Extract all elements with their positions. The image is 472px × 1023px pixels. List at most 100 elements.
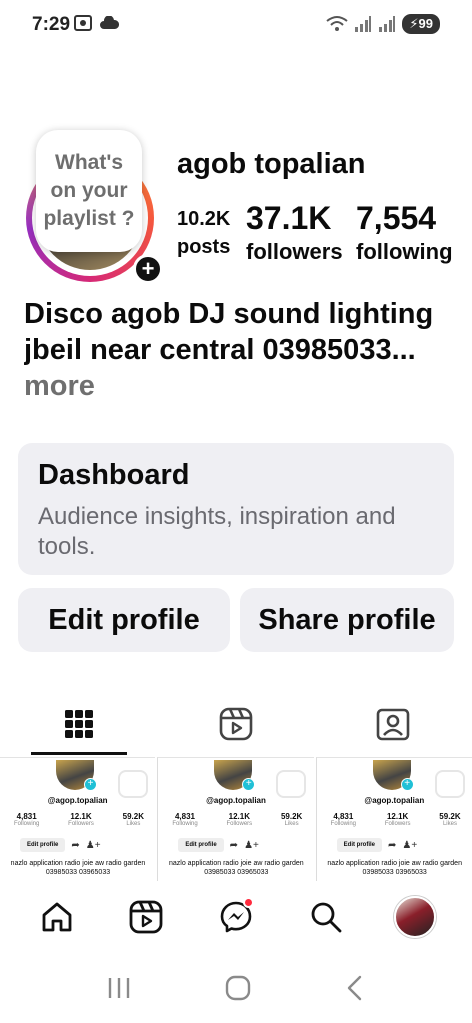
post-likes-label: Likes <box>126 821 141 827</box>
followers-stat[interactable]: 37.1K followers <box>246 200 343 265</box>
battery-indicator: ⚡99 <box>402 14 440 34</box>
post-share-icon: ➦ <box>388 839 397 851</box>
post-likes-label: Likes <box>442 821 457 827</box>
post-handle: @agop.topalian <box>364 796 425 805</box>
post-following: 4,831 <box>333 812 354 821</box>
post-handle: @agop.topalian <box>206 796 266 805</box>
post-followers: 12.1K <box>228 812 250 821</box>
post-following-label: Following <box>14 821 40 827</box>
post-reel-icon <box>118 770 148 798</box>
nav-messenger[interactable] <box>208 889 264 945</box>
profile-avatar-group[interactable]: What's on your playlist ? + <box>24 130 163 284</box>
grid-icon <box>64 710 93 738</box>
post-bio: nazlo application radio joie aw radio ga… <box>10 860 146 876</box>
post-edit-label: Edit profile <box>336 838 382 852</box>
signal-icon-2 <box>379 16 396 32</box>
post-following: 4,831 <box>174 812 196 821</box>
post-actions: Edit profile ➦ ♟+ <box>178 838 259 852</box>
search-icon <box>311 902 341 933</box>
post-reel-icon <box>434 770 465 798</box>
posts-grid: + @agop.topalian 4,831 Following 12.1K Fol… <box>0 757 472 881</box>
post-plus-icon: + <box>242 778 256 791</box>
post-stats: 4,831 Following 12.1K Followers 59.2K Likes <box>14 812 144 827</box>
tab-reels[interactable] <box>157 694 314 754</box>
post-likes: 59.2K <box>280 812 303 821</box>
post-likes: 59.2K <box>439 812 461 821</box>
followers-label: followers <box>246 239 343 264</box>
edit-profile-button[interactable]: Edit profile <box>18 588 230 652</box>
wifi-icon <box>326 16 349 31</box>
post-add-user-icon: ♟+ <box>244 839 259 851</box>
post-add-user-icon: ♟+ <box>402 839 418 851</box>
post-likes: 59.2K <box>122 812 144 821</box>
dashboard-card[interactable]: Dashboard Audience insights, inspiration… <box>18 443 454 575</box>
following-count: 7,554 <box>356 200 437 236</box>
post-likes-label: Likes <box>284 821 299 827</box>
status-time: 7:29 <box>32 14 71 35</box>
post-followers: 12.1K <box>70 812 92 821</box>
post-bio: nazlo application radio joie aw radio ga… <box>327 860 462 876</box>
home-icon <box>42 902 72 932</box>
post-share-icon: ➦ <box>71 839 80 851</box>
post-stats: 4,831 Following 12.1K Followers 59.2K Likes <box>331 812 461 827</box>
post-edit-label: Edit profile <box>20 838 66 852</box>
nav-search[interactable] <box>298 889 354 945</box>
profile-name: agob topalian <box>177 148 366 180</box>
post-followers-label: Followers <box>68 821 94 827</box>
status-bar: 7:29 ⚡99 <box>0 0 472 50</box>
tab-tagged[interactable] <box>314 694 471 754</box>
tagged-icon <box>376 708 409 741</box>
post-reel-icon <box>276 770 307 798</box>
nav-reels[interactable] <box>118 889 174 945</box>
note-bubble[interactable]: What's on your playlist ? <box>36 130 142 252</box>
note-text: What's on your playlist ? <box>43 151 135 230</box>
profile-bio: Disco agob DJ sound lighting jbeil near … <box>24 296 454 404</box>
battery-level: 99 <box>418 16 433 31</box>
profile-avatar <box>394 896 437 938</box>
screenshot-icon <box>74 15 92 31</box>
post-thumbnail[interactable]: + @agop.topalian 4,831 Following 12.1K Fol… <box>0 757 156 881</box>
post-plus-icon: + <box>400 778 414 791</box>
dashboard-subtitle: Audience insights, inspiration and tools… <box>38 503 396 560</box>
bio-line: Disco agob DJ sound lighting <box>24 298 434 330</box>
post-thumbnail[interactable]: + @agop.topalian 4,831 Following 12.1K Fol… <box>315 757 472 881</box>
reels-icon <box>129 900 163 934</box>
post-thumbnail[interactable]: + @agop.topalian 4,831 Following 12.1K Fol… <box>157 757 314 881</box>
cloud-icon <box>100 16 119 29</box>
post-following: 4,831 <box>16 812 37 821</box>
post-handle: @agop.topalian <box>47 796 108 805</box>
followers-count: 37.1K <box>246 200 332 236</box>
profile-tabs <box>0 694 472 756</box>
tab-grid[interactable] <box>0 694 157 754</box>
reels-icon <box>219 707 252 741</box>
add-story-icon[interactable]: + <box>133 254 163 284</box>
bottom-nav <box>0 885 472 949</box>
home-button-icon[interactable] <box>224 974 252 1002</box>
posts-label: posts <box>177 236 231 258</box>
following-stat[interactable]: 7,554 following <box>356 200 453 265</box>
post-actions: Edit profile ➦ ♟+ <box>336 838 418 852</box>
post-actions: Edit profile ➦ ♟+ <box>20 838 101 852</box>
active-tab-indicator <box>31 752 127 755</box>
bio-line: jbeil near central 03985033... <box>24 334 416 366</box>
nav-home[interactable] <box>29 889 85 945</box>
post-followers-label: Followers <box>384 821 411 827</box>
post-followers-label: Followers <box>226 821 253 827</box>
back-icon[interactable] <box>344 975 366 1001</box>
status-left-icons <box>73 14 119 32</box>
bio-more-link[interactable]: more <box>24 368 454 404</box>
post-edit-label: Edit profile <box>178 838 224 852</box>
system-nav <box>0 958 472 1018</box>
post-following-label: Following <box>330 821 357 827</box>
following-label: following <box>356 239 453 264</box>
post-followers: 12.1K <box>386 812 409 821</box>
post-add-user-icon: ♟+ <box>85 839 101 851</box>
post-stats: 4,831 Following 12.1K Followers 59.2K Likes <box>172 812 302 827</box>
post-following-label: Following <box>172 821 198 827</box>
post-share-icon: ➦ <box>229 839 239 851</box>
posts-stat[interactable]: 10.2K posts <box>177 208 230 259</box>
recent-apps-icon[interactable] <box>106 976 132 1000</box>
share-profile-button[interactable]: Share profile <box>240 588 454 652</box>
nav-profile[interactable] <box>387 889 443 945</box>
status-right: ⚡99 <box>326 14 440 34</box>
